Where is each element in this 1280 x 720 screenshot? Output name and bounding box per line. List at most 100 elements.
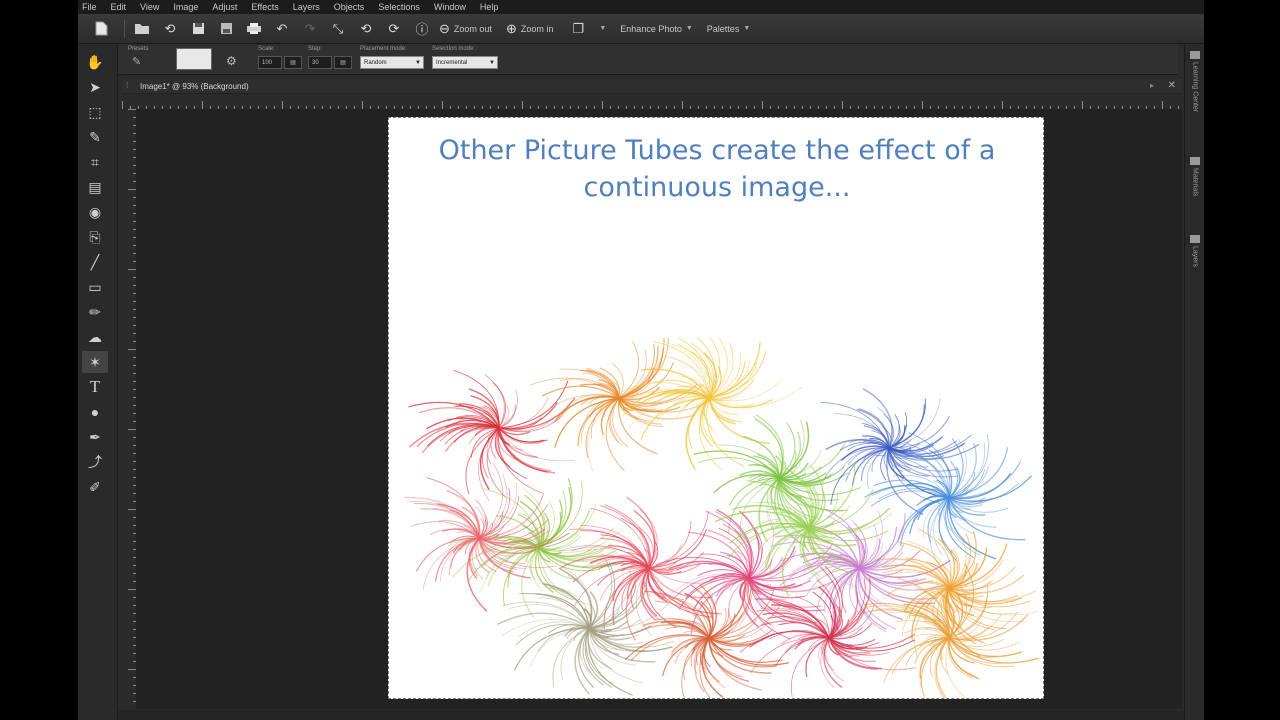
learning-center-label: Learning Center [1191, 62, 1199, 113]
menu-help[interactable]: Help [480, 2, 499, 12]
learning-center-tab[interactable]: Learning Center [1188, 51, 1202, 112]
menu-view[interactable]: View [140, 2, 159, 12]
ruler-tick [682, 101, 683, 109]
ruler-tick [1082, 101, 1083, 109]
retouch-tool-icon[interactable]: ☁ [82, 326, 108, 348]
selection-mode-label: Selection mode: [432, 46, 476, 52]
menu-bar: File Edit View Image Adjust Effects Laye… [78, 0, 1204, 14]
menu-selections[interactable]: Selections [378, 2, 420, 12]
materials-label: Materials [1191, 168, 1199, 197]
shape-tool-icon[interactable]: ● [82, 401, 108, 423]
selection-tool-icon[interactable]: ⬚ [82, 101, 108, 123]
selection-mode-select[interactable]: Incremental ▼ [432, 56, 498, 69]
menu-window[interactable]: Window [434, 2, 466, 12]
undo-icon[interactable]: ↶ [271, 19, 293, 39]
brush-tool-icon[interactable]: ╱ [82, 251, 108, 273]
warp-tool-icon[interactable]: ⤴ [82, 451, 108, 473]
tube-strand [888, 398, 941, 449]
pick-tool-icon[interactable]: ➤ [82, 76, 108, 98]
layers-label: Layers [1191, 246, 1199, 268]
menu-edit[interactable]: Edit [111, 2, 127, 12]
enhance-photo-label: Enhance Photo [620, 23, 682, 34]
chevron-down-icon[interactable]: ▼ [599, 25, 606, 32]
palettes-button[interactable]: Palettes ▼ [707, 24, 750, 34]
tube-strand [778, 444, 844, 479]
scale-input[interactable]: 100 [258, 56, 282, 69]
main-toolbar: ⟲ ↶ ↷ ⤡ ⟲ ⟳ ⓘ ⊖ Zoom out ⊕ Zoom in ❐ ▼ E… [78, 14, 1204, 44]
info-icon[interactable]: ⓘ [411, 19, 433, 39]
ruler-tick [842, 101, 843, 109]
tab-grip-icon: ⁞ [126, 81, 129, 90]
redo-icon[interactable]: ↷ [299, 19, 321, 39]
presets-brush-icon[interactable]: ✎ [132, 55, 141, 68]
straighten-tool-icon[interactable]: ▤ [82, 176, 108, 198]
rotate-right-icon[interactable]: ⟳ [383, 19, 405, 39]
fill-tool-icon[interactable]: ✐ [82, 476, 108, 498]
document-tab[interactable]: ⁞ Image1* @ 93% (Background) ▸ ✕ [122, 79, 1182, 94]
copy-icon[interactable]: ❐ [567, 19, 589, 39]
menu-objects[interactable]: Objects [334, 2, 365, 12]
layers-tab[interactable]: Layers [1188, 235, 1202, 267]
ruler-tick [282, 101, 283, 109]
placement-mode-value: Random [364, 59, 387, 66]
tube-preview[interactable] [176, 48, 212, 70]
rotate-left-icon[interactable]: ⟲ [355, 19, 377, 39]
right-palette-strip: Learning Center Materials Layers [1184, 45, 1204, 720]
canvas-heading-text: Other Picture Tubes create the effect of… [438, 135, 996, 203]
menu-effects[interactable]: Effects [251, 2, 278, 12]
ruler-tick [442, 101, 443, 109]
dropper-tool-icon[interactable]: ✎ [82, 126, 108, 148]
save-icon[interactable] [187, 19, 209, 39]
ruler-tick [128, 669, 136, 670]
palettes-label: Palettes [706, 23, 740, 34]
menu-adjust[interactable]: Adjust [212, 2, 237, 12]
new-file-icon[interactable] [90, 19, 112, 39]
placement-mode-select[interactable]: Random ▼ [360, 56, 424, 69]
menu-layers[interactable]: Layers [293, 2, 320, 12]
pan-tool-icon[interactable]: ✋ [82, 51, 108, 73]
materials-tab[interactable]: Materials [1188, 157, 1202, 196]
picture-tube-tool-icon[interactable]: ✶ [82, 351, 108, 373]
pen-tool-icon[interactable]: ✏ [82, 301, 108, 323]
zoom-in-icon: ⊕ [505, 20, 517, 36]
ruler-tick [762, 101, 763, 109]
chevron-down-icon: ▼ [415, 59, 421, 66]
gear-icon[interactable]: ⚙ [226, 54, 237, 68]
close-icon[interactable]: ✕ [1168, 80, 1176, 91]
chevron-down-icon: ▼ [489, 59, 495, 66]
image-canvas[interactable]: Other Picture Tubes create the effect of… [388, 117, 1044, 699]
tube-burst [408, 369, 576, 502]
clone-tool-icon[interactable]: ⎘ [82, 226, 108, 248]
paint-shop-pro-window: File Edit View Image Adjust Effects Laye… [78, 0, 1204, 720]
status-bar [118, 710, 1184, 720]
red-eye-tool-icon[interactable]: ◉ [82, 201, 108, 223]
step-label: Step: [308, 46, 323, 52]
scale-stepper[interactable]: ▤ [284, 56, 302, 69]
step-stepper[interactable]: ▤ [334, 56, 352, 69]
chevron-down-icon: ▼ [743, 25, 751, 32]
tube-strand [498, 427, 576, 462]
ruler-tick [1002, 101, 1003, 109]
menu-image[interactable]: Image [173, 2, 198, 12]
print-icon[interactable] [243, 19, 265, 39]
resize-icon[interactable]: ⤡ [327, 19, 349, 39]
save-as-icon[interactable] [215, 19, 237, 39]
menu-file[interactable]: File [82, 2, 97, 12]
open-folder-icon[interactable] [131, 19, 153, 39]
tube-strand [749, 637, 830, 674]
zoom-in-button[interactable]: ⊕ Zoom in [506, 21, 553, 37]
browse-icon[interactable]: ⟲ [159, 19, 181, 39]
text-tool-icon[interactable]: T [82, 376, 108, 398]
chevron-down-icon: ▼ [685, 25, 693, 32]
enhance-photo-button[interactable]: Enhance Photo ▼ [620, 24, 693, 34]
tab-scroll-icon[interactable]: ▸ [1150, 81, 1154, 90]
materials-icon [1190, 157, 1200, 165]
pen-line-tool-icon[interactable]: ✒ [82, 426, 108, 448]
ruler-tick [122, 101, 123, 109]
crop-tool-icon[interactable]: ⌗ [82, 151, 108, 173]
ruler-tick [602, 101, 603, 109]
step-input[interactable]: 30 [308, 56, 332, 69]
eraser-tool-icon[interactable]: ▭ [82, 276, 108, 298]
zoom-out-label: Zoom out [453, 23, 492, 34]
zoom-out-button[interactable]: ⊖ Zoom out [439, 21, 492, 37]
